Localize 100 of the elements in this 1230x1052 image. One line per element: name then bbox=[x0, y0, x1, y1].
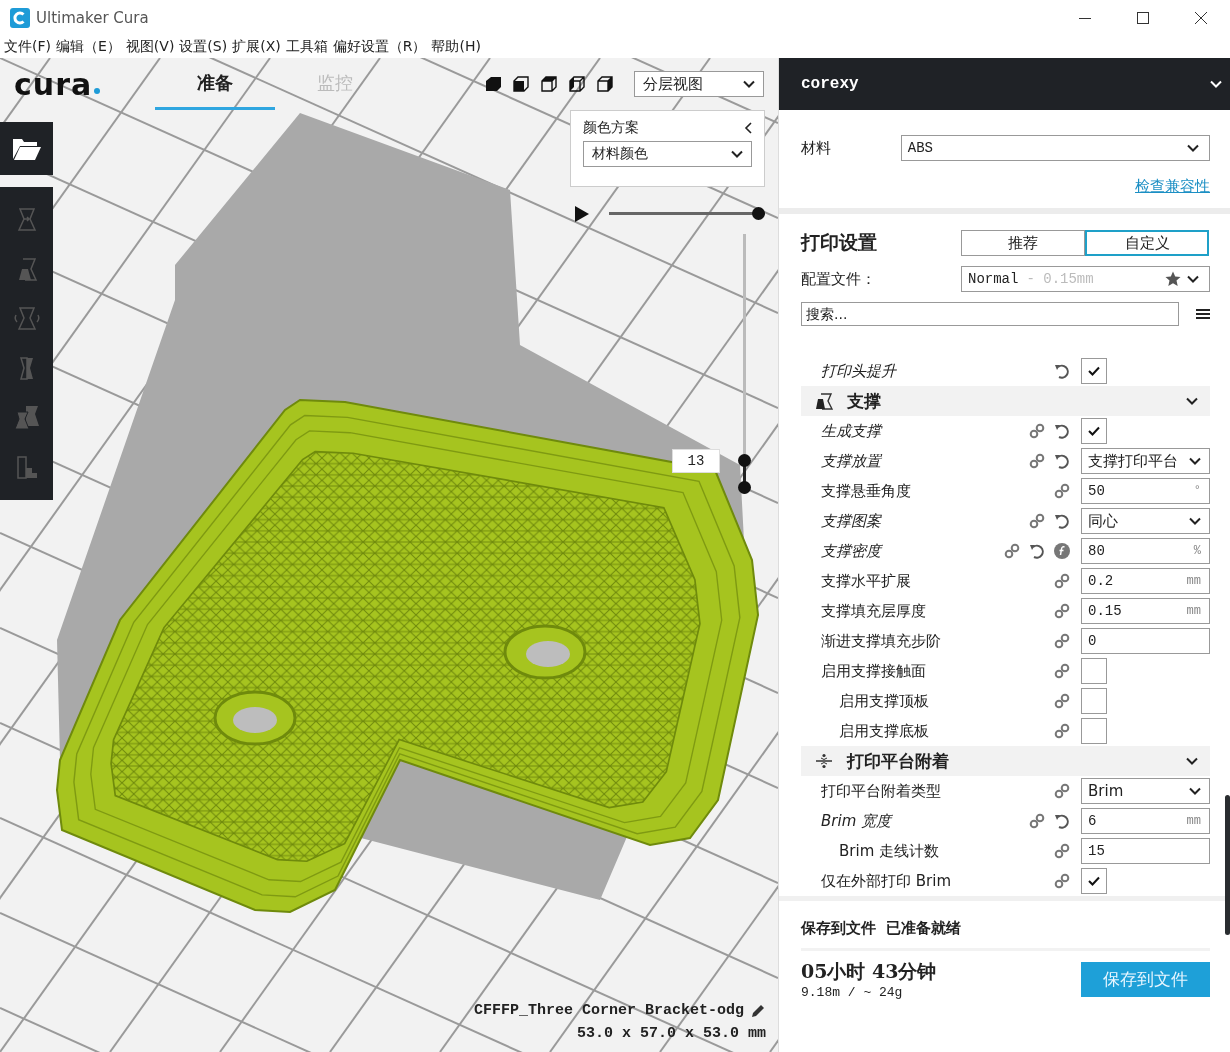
reset-icon[interactable] bbox=[1054, 813, 1070, 829]
checkbox[interactable] bbox=[1081, 688, 1107, 714]
scrollbar[interactable] bbox=[1225, 795, 1230, 935]
checkbox[interactable] bbox=[1081, 658, 1107, 684]
function-icon[interactable] bbox=[1054, 543, 1070, 559]
open-file-button[interactable] bbox=[0, 122, 53, 175]
window-title: Ultimaker Cura bbox=[36, 9, 150, 27]
cube-view-icon[interactable] bbox=[567, 76, 586, 92]
reset-icon[interactable] bbox=[1054, 423, 1070, 439]
input-field[interactable]: 15 bbox=[1081, 838, 1210, 864]
link-icon[interactable] bbox=[1029, 813, 1045, 829]
reset-icon[interactable] bbox=[1054, 453, 1070, 469]
checkbox[interactable] bbox=[1081, 868, 1107, 894]
menu-item[interactable]: 工具箱 bbox=[285, 38, 328, 56]
link-icon[interactable] bbox=[1054, 873, 1070, 889]
link-icon[interactable] bbox=[1054, 633, 1070, 649]
tool-icon[interactable] bbox=[13, 404, 40, 432]
menu-item[interactable]: 视图(V) bbox=[125, 38, 175, 56]
cura-logo: cura bbox=[14, 66, 110, 102]
setting-label: Brim 宽度 bbox=[821, 811, 894, 831]
maximize-icon[interactable] bbox=[1137, 12, 1149, 24]
setting-label: 支撑密度 bbox=[821, 541, 884, 561]
link-icon[interactable] bbox=[1054, 573, 1070, 589]
link-icon[interactable] bbox=[1054, 723, 1070, 739]
link-icon[interactable] bbox=[1054, 843, 1070, 859]
status-text: 已准备就绪 bbox=[886, 919, 961, 938]
dropdown[interactable]: Brim bbox=[1081, 778, 1210, 804]
chevron-icon bbox=[1189, 457, 1201, 465]
setting-label: 支撑图案 bbox=[821, 511, 883, 531]
cube-view-icon[interactable] bbox=[511, 76, 530, 92]
menu-item[interactable]: 偏好设置（R） bbox=[332, 38, 427, 56]
mode-tab[interactable]: 推荐 bbox=[961, 230, 1085, 256]
menu-item[interactable]: 文件(F) bbox=[4, 38, 51, 56]
dropdown[interactable]: 支撑打印平台 bbox=[1081, 448, 1210, 474]
input-field[interactable]: 0.2 mm bbox=[1081, 568, 1210, 594]
reset-icon[interactable] bbox=[1054, 363, 1070, 379]
cube-view-icon[interactable] bbox=[483, 76, 502, 92]
profile-dropdown[interactable]: Normal - 0.15mm bbox=[961, 266, 1210, 292]
setting-label: 渐进支撑填充步阶 bbox=[821, 631, 942, 651]
link-icon[interactable] bbox=[1054, 603, 1070, 619]
compatibility-link[interactable]: 检查兼容性 bbox=[1135, 177, 1210, 196]
dropdown[interactable]: 同心 bbox=[1081, 508, 1210, 534]
cube-view-icon[interactable] bbox=[595, 76, 614, 92]
printer-selector[interactable]: corexy bbox=[779, 58, 1230, 110]
layer-number-field[interactable]: 13 bbox=[672, 449, 720, 473]
reset-icon[interactable] bbox=[1029, 543, 1045, 559]
material-usage: 9.18m / ~ 24g bbox=[801, 985, 904, 1000]
checkbox[interactable] bbox=[1081, 358, 1107, 384]
view-dropdown[interactable]: 分层视图 bbox=[634, 71, 764, 97]
play-icon[interactable] bbox=[574, 206, 590, 222]
input-field[interactable]: 0 bbox=[1081, 628, 1210, 654]
menu-item[interactable]: 设置(S) bbox=[179, 38, 228, 56]
tool-icon[interactable] bbox=[13, 305, 40, 333]
menu-icon[interactable] bbox=[1196, 308, 1210, 320]
chevron-icon bbox=[1189, 787, 1201, 795]
chevron-icon bbox=[1210, 80, 1222, 88]
mode-tab[interactable]: 自定义 bbox=[1085, 230, 1209, 256]
material-dropdown[interactable]: ABS bbox=[900, 135, 1210, 161]
chevron-icon bbox=[1187, 275, 1199, 283]
reset-icon[interactable] bbox=[1054, 513, 1070, 529]
link-icon[interactable] bbox=[1029, 453, 1045, 469]
link-icon[interactable] bbox=[1054, 783, 1070, 799]
star-icon[interactable] bbox=[1165, 271, 1181, 287]
collapse-icon[interactable] bbox=[744, 122, 752, 134]
input-field[interactable]: 0.15 mm bbox=[1081, 598, 1210, 624]
setting-label: 支撑悬垂角度 bbox=[821, 481, 912, 501]
category-header[interactable]: 支撑 bbox=[801, 386, 1210, 416]
menu-item[interactable]: 扩展(X) bbox=[232, 38, 281, 56]
menu-item[interactable]: 编辑（E） bbox=[56, 38, 121, 56]
pencil-icon[interactable] bbox=[750, 1002, 766, 1019]
link-icon[interactable] bbox=[1004, 543, 1020, 559]
link-icon[interactable] bbox=[1054, 693, 1070, 709]
checkbox[interactable] bbox=[1081, 418, 1107, 444]
setting-label: 打印平台附着类型 bbox=[821, 781, 942, 801]
print-time: 05小时 43分钟 bbox=[801, 959, 937, 984]
close-icon[interactable] bbox=[1195, 12, 1207, 24]
category-icon bbox=[815, 752, 833, 770]
input-field[interactable]: 6 mm bbox=[1081, 808, 1210, 834]
cube-view-icon[interactable] bbox=[539, 76, 558, 92]
setting-label: 生成支撑 bbox=[821, 421, 884, 441]
link-icon[interactable] bbox=[1029, 513, 1045, 529]
input-field[interactable]: 80 % bbox=[1081, 538, 1210, 564]
checkbox[interactable] bbox=[1081, 718, 1107, 744]
setting-label: 启用支撑接触面 bbox=[821, 661, 927, 681]
menu-item[interactable]: 帮助(H) bbox=[431, 38, 481, 56]
link-icon[interactable] bbox=[1054, 663, 1070, 679]
category-icon bbox=[815, 392, 833, 410]
field-label: 配置文件： bbox=[801, 269, 877, 289]
color-scheme-dropdown[interactable]: 材料颜色 bbox=[583, 141, 752, 167]
search-field[interactable]: 搜索... bbox=[801, 302, 1179, 326]
setting-label: Brim 走线计数 bbox=[839, 841, 940, 861]
link-icon[interactable] bbox=[1054, 483, 1070, 499]
link-icon[interactable] bbox=[1029, 423, 1045, 439]
category-header[interactable]: 打印平台附着 bbox=[801, 746, 1210, 776]
check-icon bbox=[1088, 426, 1100, 436]
input-field[interactable]: 50 ° bbox=[1081, 478, 1210, 504]
chevron-icon bbox=[1189, 517, 1201, 525]
chevron-icon bbox=[1187, 144, 1199, 152]
chevron-icon bbox=[731, 150, 743, 158]
stage-tab[interactable]: 准备 bbox=[155, 58, 275, 110]
